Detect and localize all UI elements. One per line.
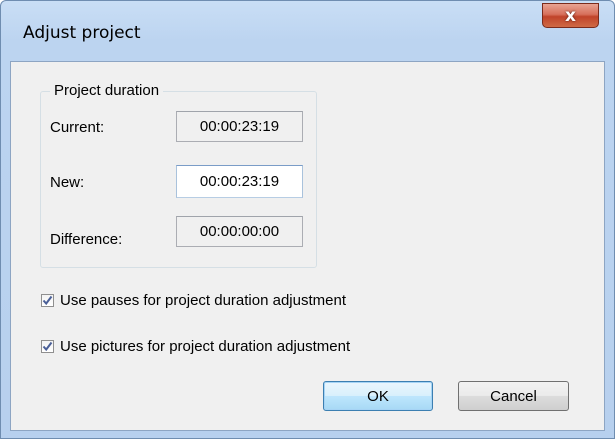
current-label: Current: <box>50 119 105 136</box>
use-pauses-checkbox[interactable] <box>41 294 54 307</box>
use-pictures-label[interactable]: Use pictures for project duration adjust… <box>60 338 350 355</box>
close-icon: x <box>565 5 576 26</box>
use-pauses-label[interactable]: Use pauses for project duration adjustme… <box>60 292 346 309</box>
new-label: New: <box>50 174 85 191</box>
project-duration-group: Project duration Current: 00:00:23:19 Ne… <box>40 82 317 268</box>
difference-label: Difference: <box>50 231 123 248</box>
cancel-button[interactable]: Cancel <box>458 381 569 411</box>
group-legend: Project duration <box>50 82 164 99</box>
title-bar[interactable]: Adjust project x <box>1 1 614 61</box>
current-duration-field: 00:00:23:19 <box>176 111 303 142</box>
difference-field: 00:00:00:00 <box>176 216 303 247</box>
use-pictures-option[interactable]: Use pictures for project duration adjust… <box>41 338 350 355</box>
new-duration-input[interactable] <box>177 173 302 190</box>
checkmark-icon <box>42 295 53 306</box>
current-duration-value: 00:00:23:19 <box>199 118 280 135</box>
dialog-client-area: Project duration Current: 00:00:23:19 Ne… <box>10 61 605 431</box>
new-duration-field[interactable] <box>176 165 303 198</box>
dialog-window: Adjust project x Project duration Curren… <box>0 0 615 439</box>
use-pauses-option[interactable]: Use pauses for project duration adjustme… <box>41 292 346 309</box>
difference-value: 00:00:00:00 <box>199 223 280 240</box>
checkmark-icon <box>42 341 53 352</box>
dialog-title: Adjust project <box>23 23 141 43</box>
close-button[interactable]: x <box>542 3 599 28</box>
ok-button[interactable]: OK <box>323 381 433 411</box>
use-pictures-checkbox[interactable] <box>41 340 54 353</box>
